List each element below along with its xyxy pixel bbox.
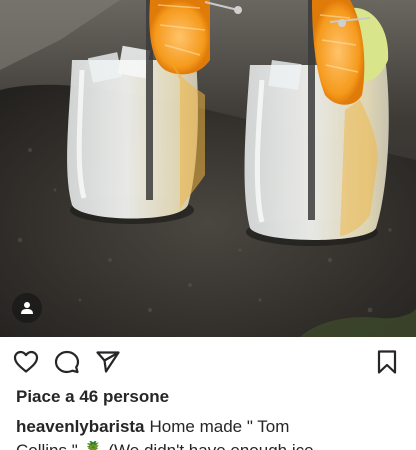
like-button[interactable] <box>13 349 39 375</box>
post-image[interactable] <box>0 0 416 337</box>
user-tag-button[interactable] <box>12 293 42 323</box>
comment-button[interactable] <box>54 349 80 375</box>
likes-count[interactable]: Piace a 46 persone <box>16 387 169 407</box>
speech-bubble-icon <box>54 350 80 374</box>
caption-username[interactable]: heavenlybarista <box>16 417 145 436</box>
caption-text-line1: Home made " Tom <box>149 417 290 436</box>
save-button[interactable] <box>374 349 400 375</box>
share-button[interactable] <box>95 349 121 375</box>
caption-text-line2: Collins " 🍍 (We didn't have enough ice <box>16 441 314 450</box>
bookmark-outline-icon <box>377 350 397 374</box>
paper-plane-icon <box>96 351 120 373</box>
heart-outline-icon <box>13 350 39 373</box>
person-icon <box>21 302 33 314</box>
post-actions-bar <box>0 337 416 385</box>
post-caption: heavenlybaristaHome made " Tom Collins "… <box>16 415 406 450</box>
